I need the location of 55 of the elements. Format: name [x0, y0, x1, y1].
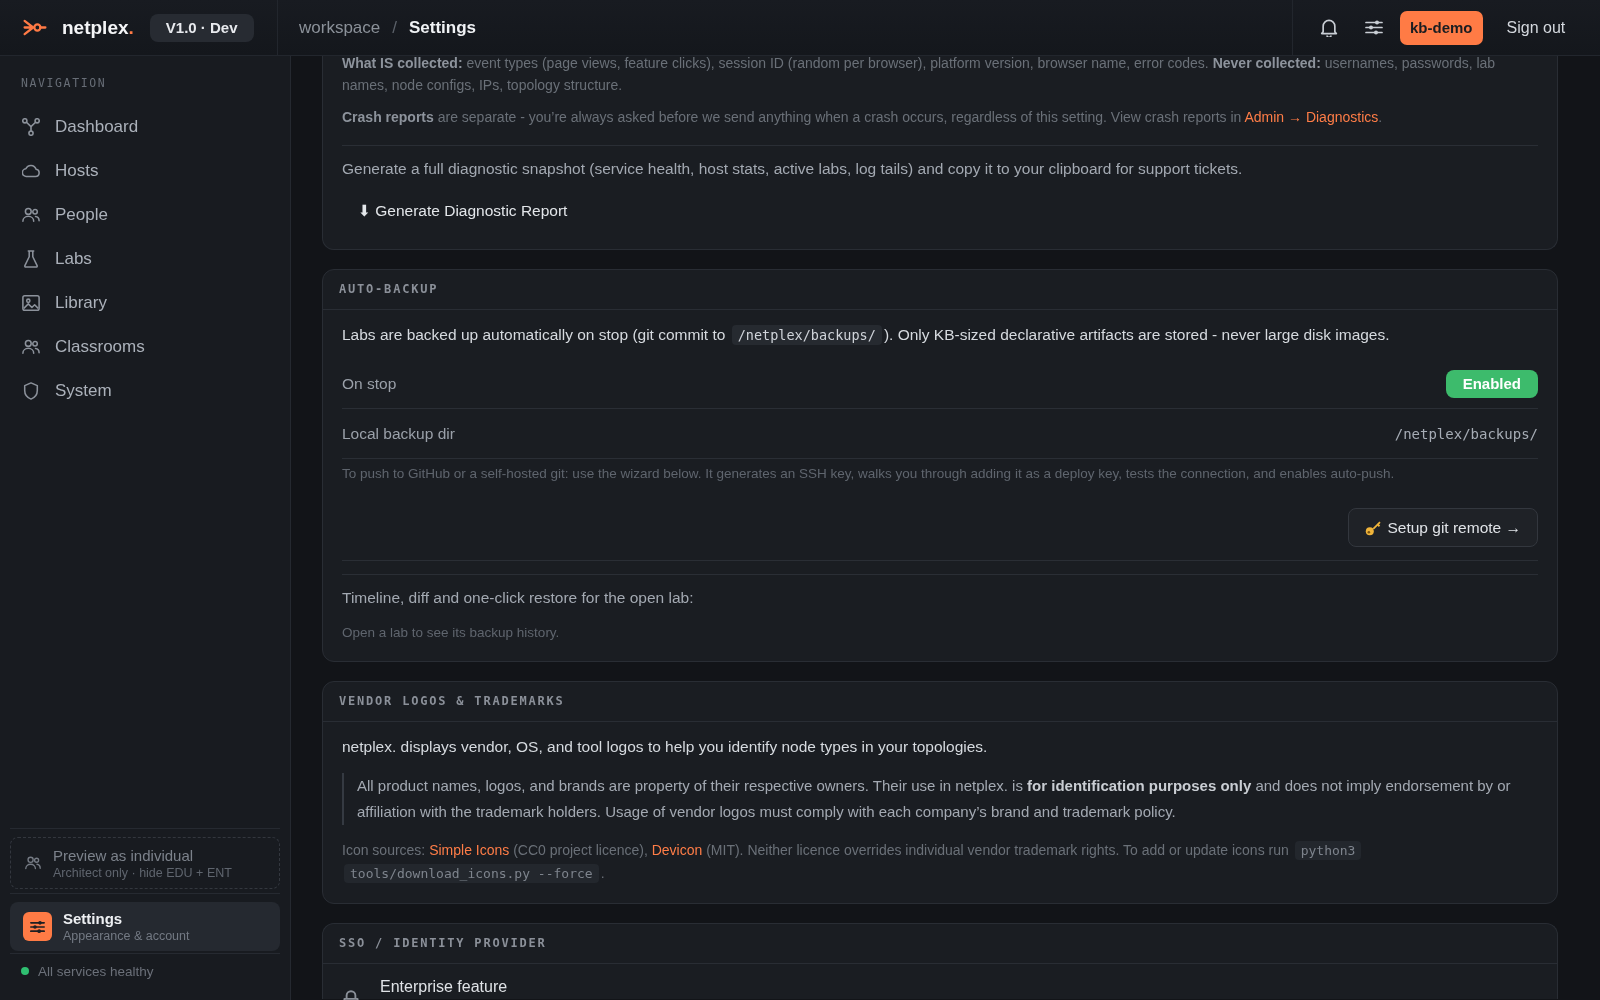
hint-text: Open a lab to see its backup history. — [342, 624, 561, 642]
people-icon — [25, 856, 41, 870]
note-text: Crash reports are separate - you’re always asked before we send anything when a crash occurs, regardless of this setting. View crash reports in Admin → Diagnostics. — [342, 108, 1384, 127]
settings-subtitle: Appearance & account — [63, 928, 190, 944]
setting-label: On stop — [342, 374, 397, 393]
sidebar-item[interactable]: Classrooms — [10, 325, 280, 369]
preview-title: Preview as individual — [53, 845, 195, 865]
breadcrumb-separator: / — [392, 17, 397, 38]
page-title: Settings — [409, 17, 477, 38]
feature-title: Enterprise feature — [380, 977, 508, 997]
key-icon — [1365, 519, 1382, 536]
sidebar-item[interactable]: People — [10, 193, 280, 237]
generate-report-button[interactable]: ⬇ Generate Diagnostic Report — [342, 193, 584, 229]
sliders-icon — [1365, 18, 1383, 37]
card-header: VENDOR LOGOS & TRADEMARKS — [323, 682, 1557, 722]
path-value: /netplex/backups/ — [1394, 425, 1538, 442]
sidebar-item[interactable]: Library — [10, 281, 280, 325]
setting-label: Local backup dir — [342, 424, 455, 443]
note-text: What IS collected: event types (page views, feature clicks), session ID (random per browser), platform version, browser name, error codes. Never collected: usernames, passwords, lab names, node configs, IPs, topology structure. — [342, 56, 1497, 95]
sidebar-item[interactable]: Dashboard — [10, 105, 280, 149]
intro-text: netplex. displays vendor, OS, and tool logos to help you identify node types in your topologies. — [342, 737, 989, 757]
people-icon — [22, 206, 40, 224]
disclaimer-quote: All product names, logos, and brands are property of their respective owners. Their use in netplex. is for identification purposes only and does not imply endorsement by or affiliation with the trademark holders. Usage of vendor logos must comply with each company’s brand and trademark policy. — [342, 773, 1538, 825]
sign-out-button[interactable]: Sign out — [1494, 10, 1578, 45]
cloud-icon — [22, 162, 40, 180]
image-icon — [22, 294, 40, 312]
sliders-icon — [23, 912, 52, 941]
card-header: SSO / IDENTITY PROVIDER — [323, 924, 1557, 964]
text-link[interactable]: Devicon — [651, 842, 703, 858]
sidebar-item[interactable]: System — [10, 369, 280, 413]
people-icon — [22, 338, 40, 356]
bell-icon — [1320, 18, 1338, 37]
text-link[interactable]: Simple Icons — [429, 842, 510, 858]
logo-icon — [23, 19, 47, 36]
body-text: Generate a full diagnostic snapshot (service health, host stats, active labs, log tails) and copy it to your clipboard for support tickets. — [342, 159, 1244, 179]
shield-icon — [22, 382, 40, 400]
card-header: AUTO-BACKUP — [323, 270, 1557, 310]
brand-name: netplex. — [62, 16, 134, 39]
network-icon — [22, 118, 40, 136]
breadcrumb-link[interactable]: workspace — [299, 17, 381, 38]
setup-remote-button[interactable]: Setup git remote → — [1348, 508, 1538, 547]
intro-text: Labs are backed up automatically on stop (git commit to /netplex/backups/ ). Only KB-sized declarative artifacts are stored - never large disk images. — [342, 324, 1391, 347]
flask-icon — [22, 250, 40, 268]
status-text: All services healthy — [38, 963, 154, 979]
sidebar-item[interactable]: Hosts — [10, 149, 280, 193]
preview-subtitle: Architect only · hide EDU + ENT — [53, 864, 232, 881]
settings-title: Settings — [63, 909, 124, 928]
user-button[interactable]: kb-demo — [1400, 10, 1483, 45]
settings-item[interactable]: Settings Appearance & account — [10, 902, 280, 951]
sidebar-item[interactable]: Labs — [10, 237, 280, 281]
version-badge: V1.0 · Dev — [149, 13, 254, 42]
body-text: Timeline, diff and one-click restore for the open lab: — [342, 588, 695, 608]
hint-text: To push to GitHub or a self-hosted git: use the wizard below. It generates an SSH key, walks you through adding it as a deploy key, tests the connection, and enables auto-push. — [342, 465, 1396, 483]
preview-toggle[interactable]: Preview as individual Architect only · hide EDU + ENT — [10, 837, 280, 889]
section-heading: NAVIGATION — [20, 75, 107, 90]
